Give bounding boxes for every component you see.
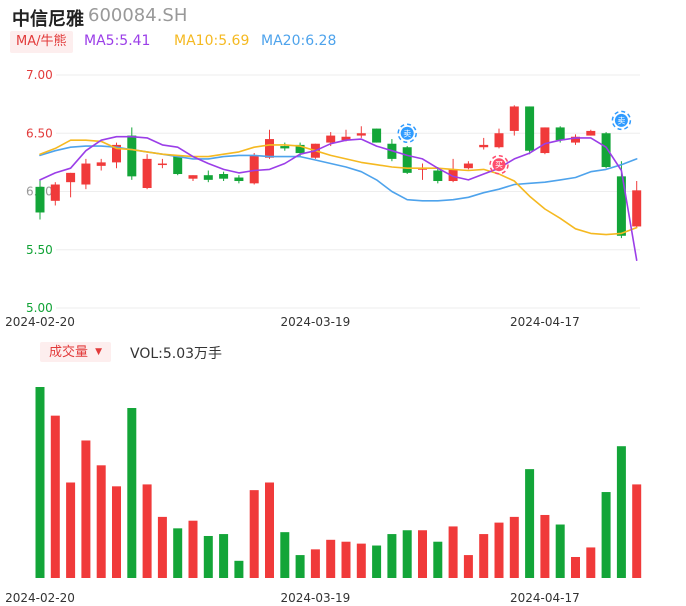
volume-bar (448, 526, 458, 578)
volume-bar (112, 486, 121, 578)
candle-body (66, 172, 76, 183)
price-volume-chart: 7.006.506.005.505.002024-02-202024-02-20… (5, 68, 642, 605)
candle-body (219, 174, 229, 179)
x-tick-label: 2024-02-20 (5, 315, 75, 329)
y-tick-label: 7.00 (26, 68, 53, 82)
volume-bar (157, 516, 167, 578)
volume-bar (219, 534, 229, 578)
volume-bar (463, 555, 473, 578)
candle-body (356, 133, 366, 136)
volume-bar (402, 530, 412, 578)
volume-bar (479, 534, 489, 578)
signal-label: 卖 (617, 116, 625, 125)
buy-signal-marker[interactable]: 买 (489, 154, 509, 175)
volume-bar (234, 560, 244, 578)
volume-bar (571, 556, 580, 578)
volume-bar (341, 541, 351, 578)
volume-bar (509, 516, 519, 578)
candle-body (555, 127, 565, 141)
volume-bar (66, 482, 76, 578)
volume-bar (265, 482, 274, 578)
volume-bar (601, 492, 611, 578)
y-tick-label: 6.50 (26, 126, 53, 140)
candle-body (188, 175, 198, 179)
candle-body (586, 130, 596, 136)
volume-bar (127, 408, 137, 578)
volume-bar (418, 530, 427, 578)
candle-body (632, 190, 642, 227)
volume-bar (35, 387, 45, 578)
sell-signal-marker[interactable]: 卖 (611, 110, 632, 131)
volume-bar (433, 541, 443, 578)
volume-bar (525, 469, 535, 578)
volume-bar (81, 440, 91, 578)
candle-body (402, 147, 412, 173)
candle-body (157, 163, 167, 166)
candle-body (280, 146, 290, 149)
volume-bar (96, 465, 106, 578)
volume-bar (203, 535, 213, 578)
volume-bar (555, 524, 565, 578)
x-tick-label: 2024-02-20 (5, 591, 75, 605)
candle-body (173, 156, 183, 175)
volume-bar (310, 549, 320, 578)
candle-body (479, 144, 489, 148)
volume-bar (616, 446, 626, 578)
candle-body (540, 127, 550, 154)
volume-bar (249, 490, 259, 578)
signal-label: 卖 (403, 129, 411, 138)
volume-bar (494, 522, 504, 578)
candle-body (127, 135, 137, 177)
sell-signal-marker[interactable]: 卖 (397, 123, 417, 143)
candle-body (525, 106, 535, 151)
candle-body (81, 163, 91, 185)
candle-body (601, 133, 611, 168)
candle-body (509, 106, 519, 131)
candle-body (96, 162, 106, 166)
candle-body (203, 175, 213, 180)
x-tick-label: 2024-03-19 (281, 315, 351, 329)
candle-body (433, 170, 443, 182)
volume-bar (540, 514, 550, 578)
candle-body (234, 177, 244, 182)
candle-body (142, 158, 152, 189)
volume-bar (387, 534, 397, 578)
candle-body (50, 184, 60, 201)
candle-body (265, 139, 274, 158)
volume-bar (586, 547, 596, 578)
signal-label: 买 (495, 161, 503, 170)
y-tick-label: 5.00 (26, 301, 53, 315)
volume-bar (173, 528, 183, 578)
volume-bar (356, 543, 366, 578)
candle-body (326, 135, 336, 143)
volume-bar (280, 532, 290, 578)
volume-bar (188, 520, 198, 578)
volume-bar (372, 545, 382, 578)
x-tick-label: 2024-04-17 (510, 591, 580, 605)
candle-body (494, 133, 504, 148)
y-tick-label: 5.50 (26, 243, 53, 257)
candle-body (249, 155, 259, 184)
volume-bar (142, 484, 152, 578)
candle-body (463, 163, 473, 169)
volume-bar (295, 555, 305, 578)
volume-bar (50, 415, 60, 578)
candle-body (372, 128, 382, 143)
volume-bar (326, 539, 336, 578)
candle-body (35, 186, 45, 213)
x-tick-label: 2024-03-19 (281, 591, 351, 605)
volume-bar (632, 484, 642, 578)
x-tick-label: 2024-04-17 (510, 315, 580, 329)
